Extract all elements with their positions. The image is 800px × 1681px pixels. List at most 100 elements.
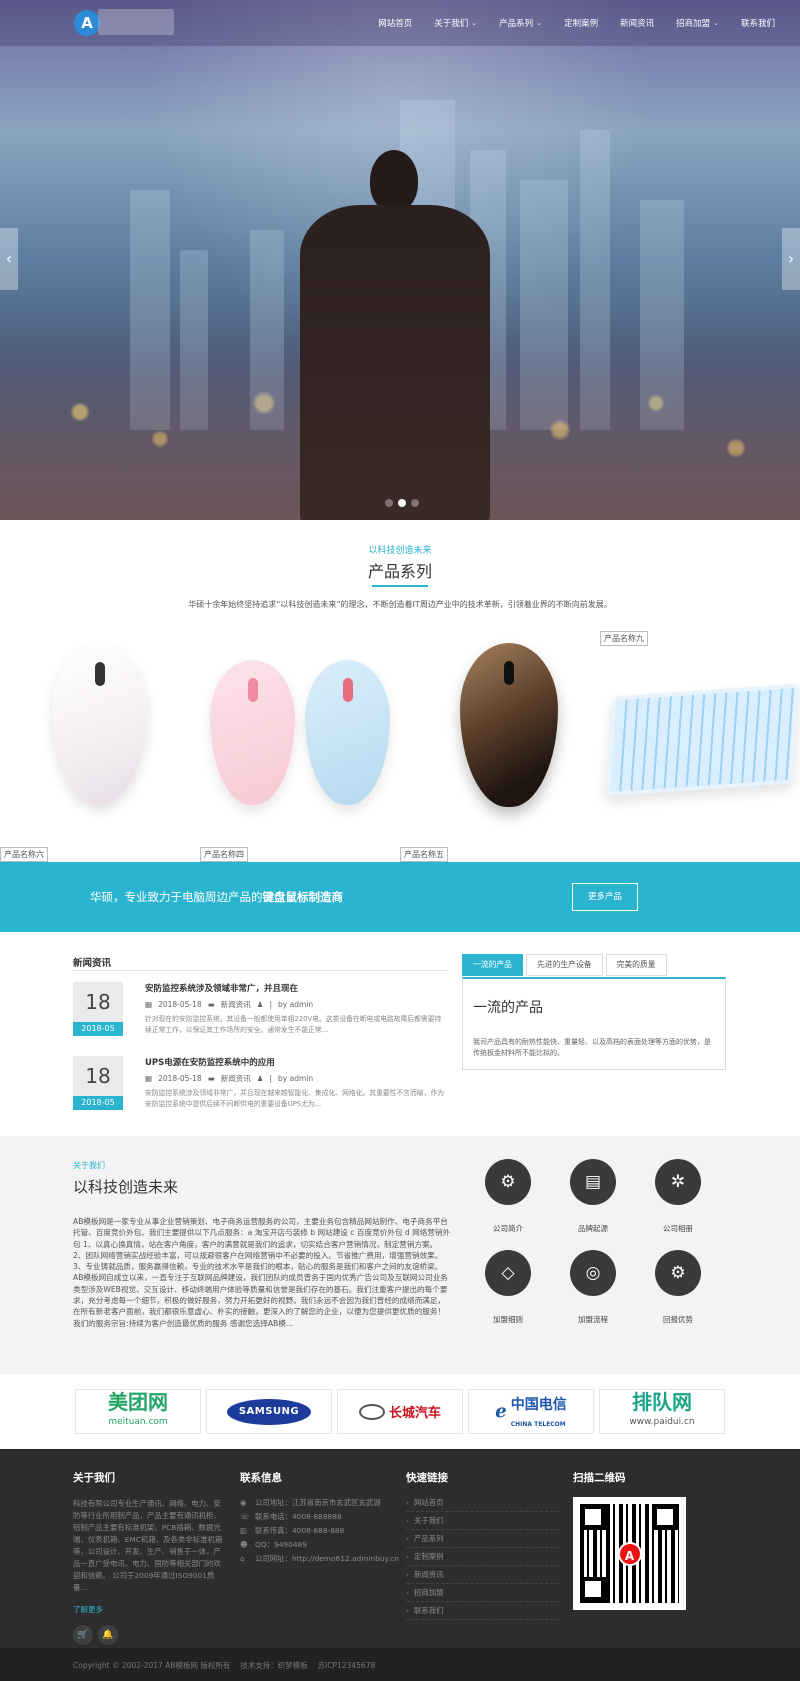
meta-separator: | [269, 1000, 273, 1009]
footer-link[interactable]: 关于我们 [406, 1512, 558, 1530]
home-icon: ⌂ [240, 1554, 245, 1563]
target-icon[interactable]: ◎ [570, 1250, 616, 1296]
fax-icon: ▥ [240, 1526, 247, 1535]
about-icon-label[interactable]: 加盟流程 [553, 1314, 633, 1325]
logo-text-placeholder[interactable] [98, 9, 174, 35]
about-icon-label[interactable]: 品牌起源 [553, 1223, 633, 1234]
greatwall-logo: 长城汽车 [358, 1402, 441, 1421]
broken-image-product-5[interactable]: 产品名称五 [400, 847, 448, 862]
slider-prev-button[interactable]: ‹ [0, 228, 18, 290]
nav-item-3[interactable]: 定制案例 [553, 17, 609, 29]
nav-item-2[interactable]: 产品系列 ⌄ [488, 17, 553, 29]
news-title[interactable]: UPS电源在安防监控系统中的应用 [145, 1056, 275, 1068]
slider-dot[interactable] [385, 499, 393, 507]
product-keyboard[interactable] [605, 683, 800, 797]
slider-dots [385, 499, 419, 507]
page: A 网站首页 关于我们 ⌄ 产品系列 ⌄ 定制案例 新闻资讯 招商加盟 ⌄ 联系我们 ‹ › 以科… [0, 0, 800, 1681]
footer-more-link[interactable]: 了解更多 [73, 1604, 103, 1615]
cta-text-prefix: 华硕，专业致力于电脑周边产品的 [90, 890, 263, 904]
footer-link[interactable]: 招商加盟 [406, 1584, 558, 1602]
product-mouse-white[interactable] [52, 644, 147, 804]
news-title[interactable]: 安防监控系统涉及领域非常广，并且现在 [145, 982, 298, 994]
footer-link[interactable]: 定制案例 [406, 1548, 558, 1566]
chinatelecom-emblem-icon: ℯ [495, 1401, 507, 1422]
product-mouse-pink[interactable] [210, 660, 295, 805]
news-year-month: 2018-05 [73, 1096, 123, 1110]
gears-icon[interactable]: ⚙ [655, 1250, 701, 1296]
tab-1[interactable]: 先进的生产设备 [525, 954, 603, 976]
partner-greatwall[interactable]: 长城汽车 [337, 1389, 463, 1434]
bell-icon[interactable]: 🔔 [98, 1625, 118, 1645]
samsung-logo: SAMSUNG [227, 1398, 311, 1425]
tab-0[interactable]: 一流的产品 [462, 954, 523, 976]
partner-paidui[interactable]: 排队网 www.paidui.cn [599, 1389, 725, 1434]
nav-item-label: 产品系列 [499, 19, 534, 29]
partner-chinatelecom[interactable]: ℯ 中国电信 CHINA TELECOM [468, 1389, 594, 1434]
footer-contact-list: ◉ 公司地址：江苏省南京市玄武区玄武湖 ☏ 联系电话：4008-888888 ▥ 联系传真… [240, 1496, 400, 1566]
nav-item-1[interactable]: 关于我们 ⌄ [423, 17, 488, 29]
slider-dot[interactable] [411, 499, 419, 507]
title-underline [372, 585, 428, 587]
news-author: by admin [278, 1000, 314, 1009]
contact-text: 公司网址：http://demo612.adminbuy.cn [255, 1554, 399, 1563]
broken-image-product-4[interactable]: 产品名称四 [200, 847, 248, 862]
footer-links: 网站首页关于我们产品系列定制案例新闻资讯招商加盟联系我们 [406, 1494, 558, 1620]
nav-item-0[interactable]: 网站首页 [367, 17, 423, 29]
divider [73, 970, 447, 971]
news-date: 2018-05-18 [158, 1000, 202, 1009]
logo-icon[interactable]: A [74, 10, 100, 36]
cart-icon[interactable]: 🛒 [73, 1625, 93, 1645]
tab-panel-title: 一流的产品 [473, 1000, 543, 1016]
footer-link[interactable]: 产品系列 [406, 1530, 558, 1548]
broken-image-product-9[interactable]: 产品名称九 [600, 631, 648, 646]
greatwall-emblem-icon [358, 1403, 385, 1420]
diamond-icon[interactable]: ◇ [485, 1250, 531, 1296]
tab-panel-body: 我司产品具有的耐热性能快、重量轻、以及高档的表面处理等方面的优势，是传统板金材料… [473, 1038, 711, 1057]
slider-dot[interactable] [398, 499, 406, 507]
about-icon-label[interactable]: 公司相册 [638, 1223, 718, 1234]
meta-separator: | [269, 1074, 273, 1083]
book-icon[interactable]: ▤ [570, 1159, 616, 1205]
footer-link[interactable]: 新闻资讯 [406, 1566, 558, 1584]
contact-row: ☏ 联系电话：4008-888888 [240, 1510, 400, 1524]
nav-item-6[interactable]: 联系我们 [730, 17, 786, 29]
footer-contact-title: 联系信息 [240, 1472, 282, 1484]
news-excerpt: 安防监控系统涉及领域非常广，并且现在越来越智能化、集成化、网络化。其重要性不言而… [145, 1089, 445, 1108]
about-icon-label[interactable]: 公司简介 [468, 1223, 548, 1234]
footer-link[interactable]: 联系我们 [406, 1602, 558, 1620]
tab-2[interactable]: 完美的质量 [605, 954, 667, 976]
nav-item-label: 联系我们 [740, 19, 775, 29]
contact-text: 联系电话：4008-888888 [255, 1512, 342, 1521]
news-meta: ▦ 2018-05-18 ▬ 新闻资讯 ♟ | by admin [145, 1073, 313, 1084]
nav-item-label: 网站首页 [378, 19, 413, 29]
news-year-month: 2018-05 [73, 1022, 123, 1036]
about-icon-label[interactable]: 加盟细则 [468, 1314, 548, 1325]
contact-text: 联系传真：4008-888-888 [255, 1526, 345, 1535]
product-mouse-blue[interactable] [305, 660, 390, 805]
news-category[interactable]: 新闻资讯 [221, 999, 251, 1010]
contact-row: ◉ 公司地址：江苏省南京市玄武区玄武湖 [240, 1496, 400, 1510]
chevron-down-icon: ⌄ [713, 19, 719, 27]
nav-item-5[interactable]: 招商加盟 ⌄ [665, 17, 730, 29]
partner-samsung[interactable]: SAMSUNG [206, 1389, 332, 1434]
location-icon: ◉ [240, 1498, 247, 1507]
figure-head [370, 150, 418, 212]
gear-icon[interactable]: ✲ [655, 1159, 701, 1205]
slider-next-button[interactable]: › [782, 228, 800, 290]
more-products-button[interactable]: 更多产品 [572, 883, 638, 911]
about-subtitle: 关于我们 [73, 1161, 105, 1170]
footer-link[interactable]: 网站首页 [406, 1494, 558, 1512]
news-category[interactable]: 新闻资讯 [221, 1073, 251, 1084]
gears-icon[interactable]: ⚙ [485, 1159, 531, 1205]
about-icon-label[interactable]: 回报优势 [638, 1314, 718, 1325]
nav-item-label: 关于我们 [434, 19, 469, 29]
cta-banner: 华硕，专业致力于电脑周边产品的键盘鼠标制造商 [0, 862, 800, 932]
paidui-logo: 排队网 www.paidui.cn [629, 1389, 695, 1427]
news-day: 18 [85, 990, 111, 1014]
scroll-wheel [94, 662, 105, 686]
about-body: AB模板网是一家专业从事企业营销策划、电子商务运营服务的公司，主要业务包含精品网… [73, 1217, 451, 1328]
product-mouse-brown[interactable] [460, 643, 558, 807]
broken-image-product-6[interactable]: 产品名称六 [0, 847, 48, 862]
nav-item-4[interactable]: 新闻资讯 [609, 17, 665, 29]
partner-meituan[interactable]: 美团网 meituan.com [75, 1389, 201, 1434]
